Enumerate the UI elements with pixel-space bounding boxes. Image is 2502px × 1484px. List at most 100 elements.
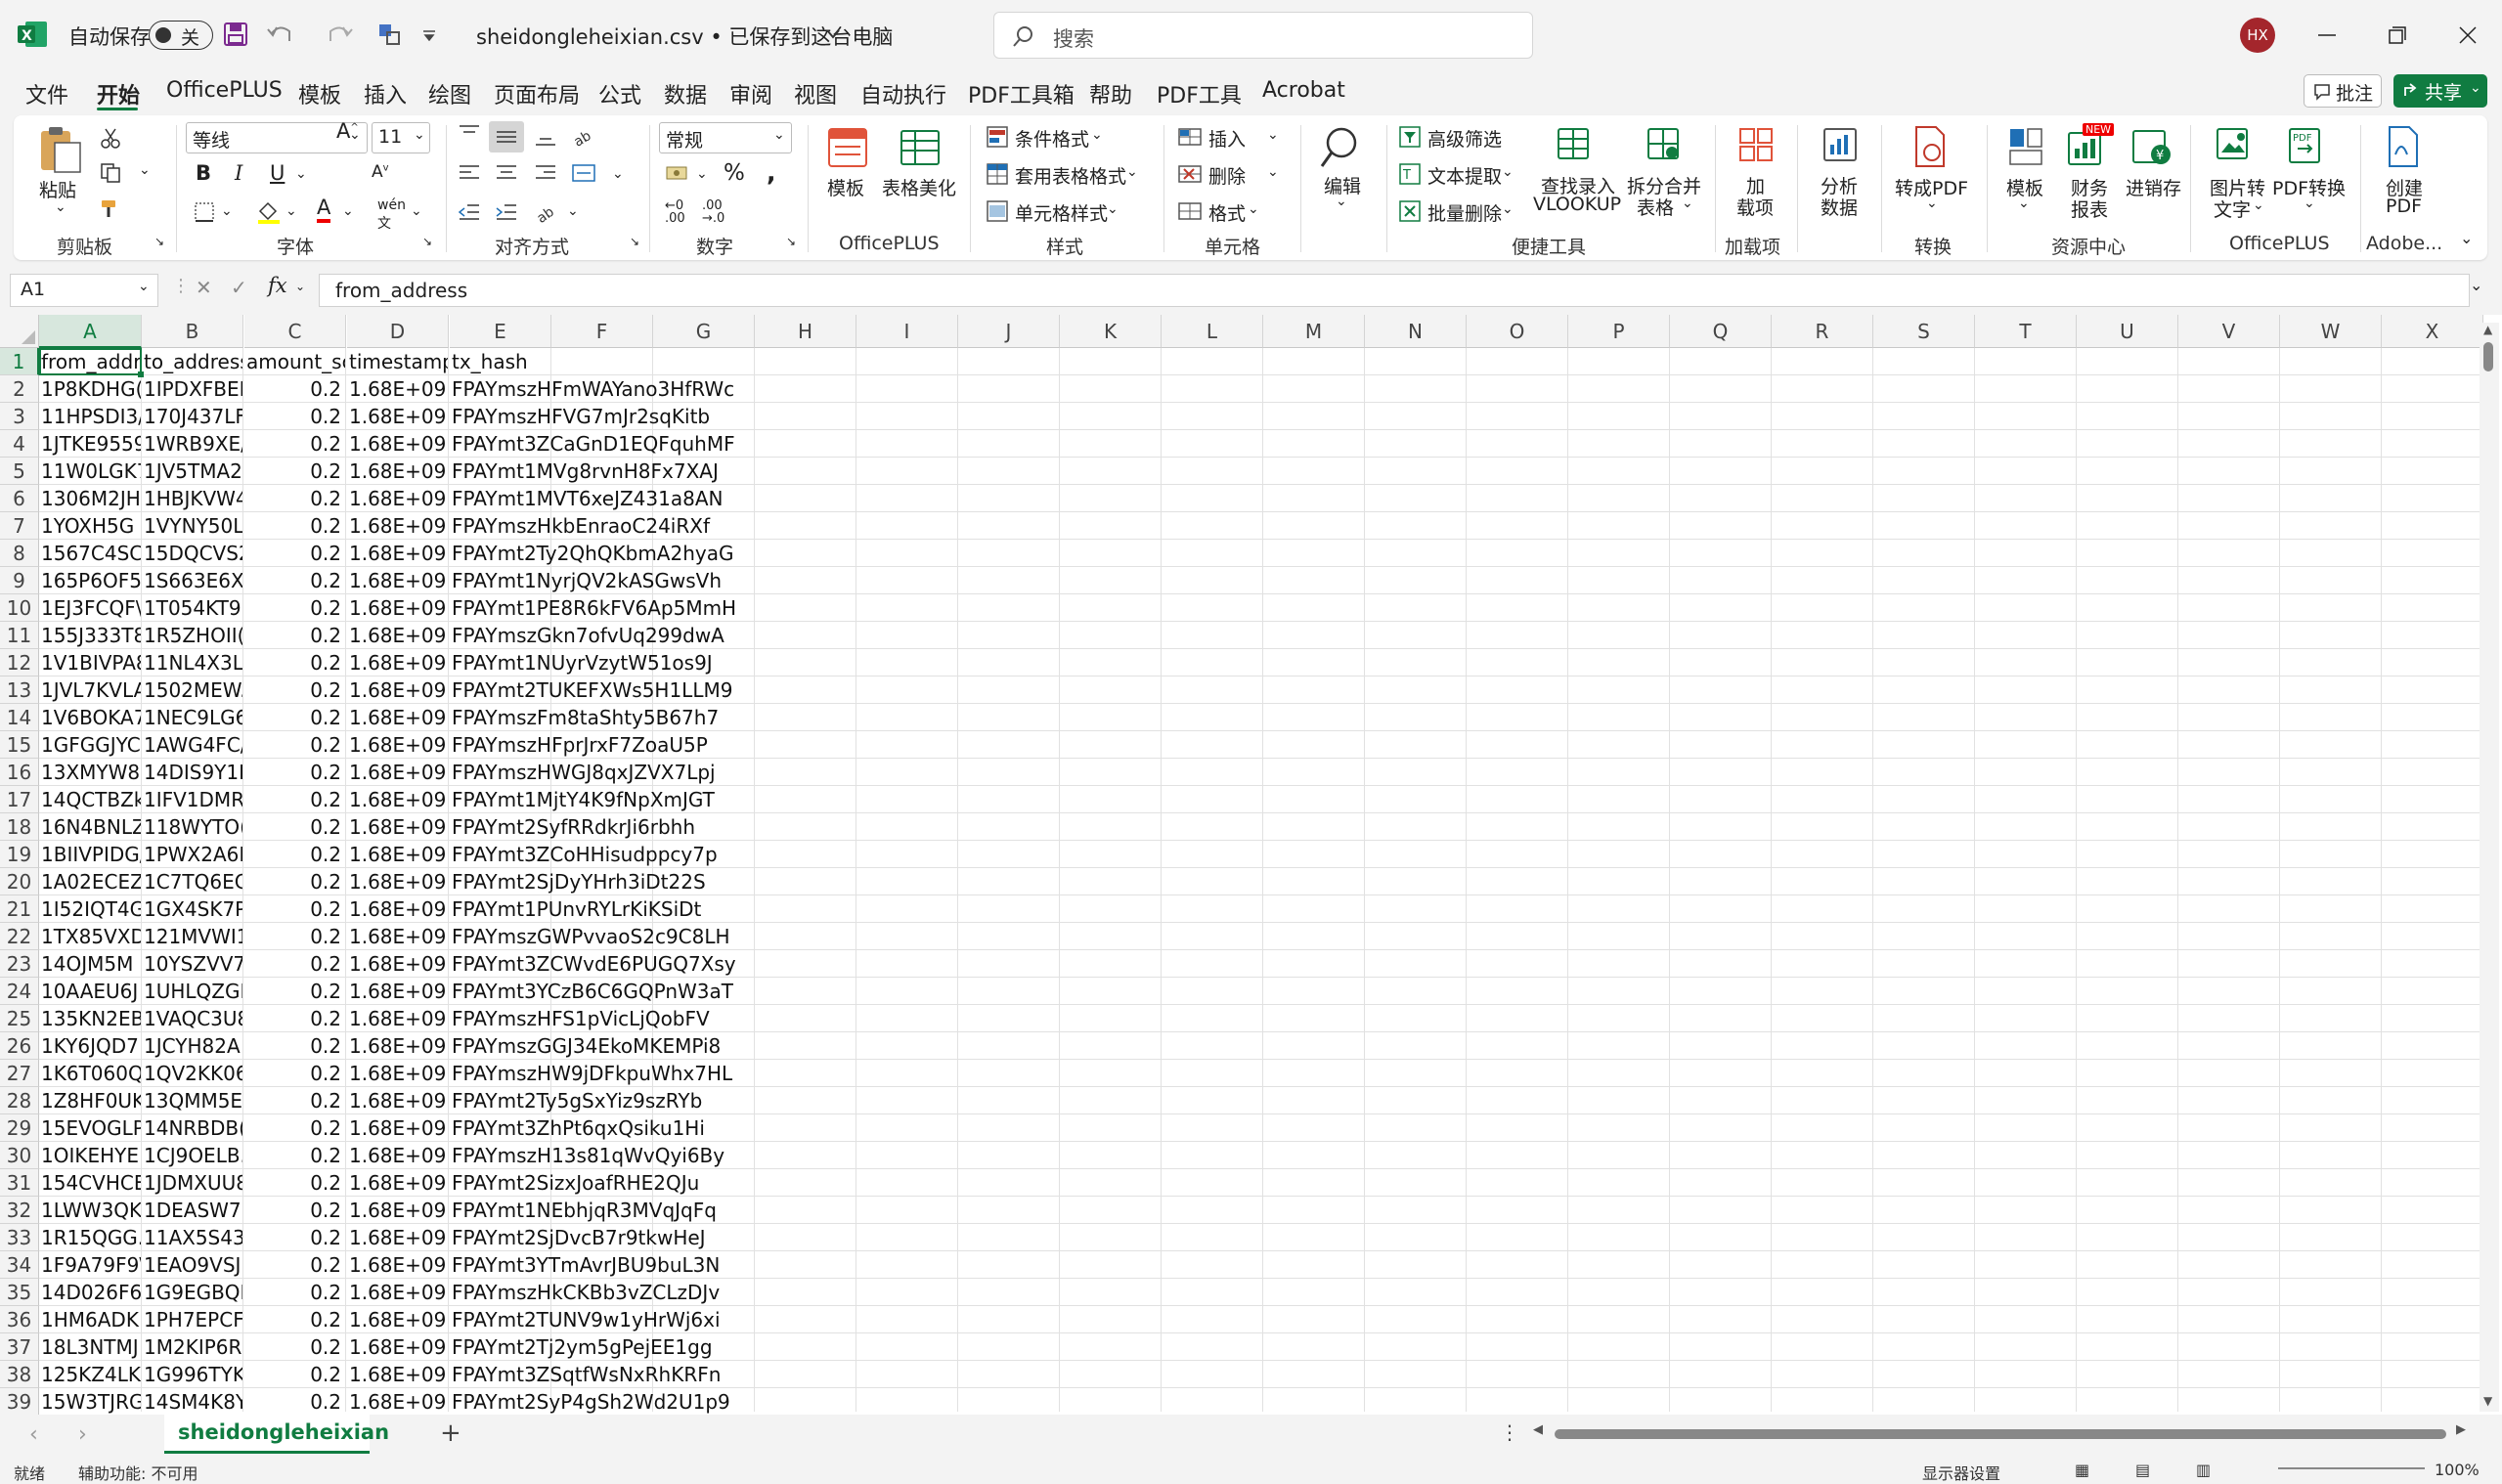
insert-label[interactable]: 插入: [1208, 125, 1246, 152]
table-cell[interactable]: FPAYmt3ZCaGnD1EQFquhMF: [452, 430, 784, 458]
column-header-o[interactable]: O: [1467, 315, 1568, 348]
table-cell[interactable]: 0.2: [246, 1279, 345, 1306]
table-cell[interactable]: 121MVWI1: [144, 923, 242, 950]
table-cell[interactable]: 0.2: [246, 1005, 345, 1032]
vlookup-label-2[interactable]: VLOOKUP: [1533, 194, 1621, 215]
table-cell[interactable]: FPAYmt2SyP4gSh2Wd2U1p9: [452, 1388, 784, 1416]
table-cell[interactable]: FPAYmt2SjDvcB7r9tkwHeJ: [452, 1224, 784, 1251]
table-cell[interactable]: 0.2: [246, 1114, 345, 1142]
table-cell[interactable]: 1R5ZHOII(: [144, 622, 242, 649]
table-cell[interactable]: 1306M2JH: [41, 485, 141, 512]
table-cell[interactable]: FPAYmt3ZSqtfWsNxRhKRFn: [452, 1361, 784, 1388]
row-header[interactable]: 25: [0, 1005, 39, 1032]
table-cell[interactable]: FPAYmt2Ty2QhQKbmA2hyaG: [452, 540, 784, 567]
table-cell[interactable]: 11AX5S43: [144, 1224, 242, 1251]
font-size-select[interactable]: 11 ⌄: [372, 122, 430, 153]
table-cell[interactable]: 15W3TJRG: [41, 1388, 141, 1416]
create-pdf-label-2[interactable]: PDF: [2386, 196, 2422, 217]
table-cell[interactable]: 1Z8HF0UK: [41, 1087, 141, 1114]
table-cell[interactable]: 1AWG4FC/: [144, 731, 242, 759]
table-cell[interactable]: 1.68E+09: [349, 1032, 448, 1060]
template-icon[interactable]: [827, 127, 868, 168]
decrease-decimal-icon[interactable]: .00 →.0: [702, 199, 724, 225]
row-header[interactable]: 5: [0, 458, 39, 485]
table-cell[interactable]: 1F9A79F9\: [41, 1251, 141, 1279]
table-cell[interactable]: 1JV5TMA2: [144, 458, 242, 485]
minimize-icon[interactable]: [2315, 23, 2339, 47]
table-cell[interactable]: 1JTKE9559: [41, 430, 141, 458]
display-settings[interactable]: 显示器设置: [1922, 1461, 2000, 1484]
header-cell[interactable]: to_address: [144, 348, 242, 375]
table-cell[interactable]: 15DQCVS2: [144, 540, 242, 567]
table-cell[interactable]: 0.2: [246, 485, 345, 512]
table-cell[interactable]: 0.2: [246, 895, 345, 923]
row-header[interactable]: 30: [0, 1142, 39, 1169]
table-cell[interactable]: FPAYmt1MVg8rvnH8Fx7XAJ: [452, 458, 784, 485]
column-header-u[interactable]: U: [2077, 315, 2178, 348]
chevron-down-icon[interactable]: ⌄: [2304, 196, 2315, 211]
advanced-filter-icon[interactable]: [1398, 125, 1422, 149]
alignment-launcher-icon[interactable]: ↘: [630, 235, 639, 248]
table-cell[interactable]: 1S663E6X: [144, 567, 242, 594]
row-header[interactable]: 15: [0, 731, 39, 759]
table-cell[interactable]: FPAYmt2TUKEFXWs5H1LLM9: [452, 677, 784, 704]
table-cell[interactable]: 1.68E+09: [349, 978, 448, 1005]
row-header[interactable]: 14: [0, 704, 39, 731]
table-cell[interactable]: 1.68E+09: [349, 1361, 448, 1388]
tab-split-handle-icon[interactable]: ⋮: [1500, 1420, 1519, 1444]
table-cell[interactable]: 14QCTBZk: [41, 786, 141, 813]
autosave-toggle[interactable]: 关: [149, 21, 213, 50]
phonetic-dropdown-icon[interactable]: ⌄: [411, 203, 422, 219]
table-cell[interactable]: 0.2: [246, 1169, 345, 1197]
tab-automate[interactable]: 自动执行: [860, 78, 946, 109]
table-cell[interactable]: 1JVL7KVLA: [41, 677, 141, 704]
column-header-h[interactable]: H: [755, 315, 856, 348]
row-header[interactable]: 18: [0, 813, 39, 841]
tab-home[interactable]: 开始: [97, 78, 140, 109]
cell-styles-icon[interactable]: [986, 199, 1009, 223]
table-cell[interactable]: 1.68E+09: [349, 540, 448, 567]
row-header[interactable]: 32: [0, 1197, 39, 1224]
table-cell[interactable]: 0.2: [246, 403, 345, 430]
zoom-level[interactable]: 100%: [2435, 1461, 2480, 1479]
table-cell[interactable]: FPAYmszHFmWAYano3HfRWc: [452, 375, 784, 403]
comma-style-icon[interactable]: ,: [767, 158, 776, 187]
table-cell[interactable]: 1VAQC3U8: [144, 1005, 242, 1032]
borders-icon[interactable]: [194, 201, 215, 223]
merge-center-icon[interactable]: [571, 162, 596, 184]
table-cell[interactable]: FPAYmszH13s81qWvQyi6By: [452, 1142, 784, 1169]
table-cell[interactable]: 1.68E+09: [349, 677, 448, 704]
table-cell[interactable]: 0.2: [246, 1251, 345, 1279]
table-cell[interactable]: 1.68E+09: [349, 1279, 448, 1306]
row-header[interactable]: 3: [0, 403, 39, 430]
table-cell[interactable]: FPAYmt2SizxJoafRHE2QJu: [452, 1169, 784, 1197]
table-cell[interactable]: 1.68E+09: [349, 567, 448, 594]
row-header[interactable]: 17: [0, 786, 39, 813]
table-cell[interactable]: 14D026F6: [41, 1279, 141, 1306]
table-cell[interactable]: 1.68E+09: [349, 1224, 448, 1251]
paste-dropdown-icon[interactable]: ⌄: [55, 199, 66, 215]
table-cell[interactable]: FPAYmt3ZhPt6qxQsiku1Hi: [452, 1114, 784, 1142]
table-cell[interactable]: 1EJ3FCQF\: [41, 594, 141, 622]
table-cell[interactable]: 1M2KIP6R.: [144, 1333, 242, 1361]
table-cell[interactable]: 0.2: [246, 813, 345, 841]
table-cell[interactable]: 135KN2EB: [41, 1005, 141, 1032]
prev-sheet-icon[interactable]: ‹: [29, 1422, 38, 1447]
row-header[interactable]: 38: [0, 1361, 39, 1388]
header-cell[interactable]: tx_hash: [452, 348, 784, 375]
table-cell[interactable]: 170J437LF: [144, 403, 242, 430]
align-right-icon[interactable]: [534, 162, 557, 184]
finance-label-2[interactable]: 报表: [2071, 196, 2108, 222]
invoice-icon[interactable]: ¥: [2131, 125, 2174, 168]
paste-label[interactable]: 粘贴: [39, 176, 76, 202]
table-cell[interactable]: 1.68E+09: [349, 1251, 448, 1279]
redo-icon[interactable]: [323, 22, 356, 47]
table-cell[interactable]: 0.2: [246, 430, 345, 458]
table-cell[interactable]: 1BIIVPIDG/: [41, 841, 141, 868]
table-cell[interactable]: 1TX85VXD: [41, 923, 141, 950]
image-to-text-icon[interactable]: [2214, 125, 2257, 168]
increase-decimal-icon[interactable]: ←0.00: [665, 199, 685, 225]
table-cell[interactable]: FPAYmt1PE8R6kFV6Ap5MmH: [452, 594, 784, 622]
table-cell[interactable]: 1.68E+09: [349, 923, 448, 950]
table-cell[interactable]: FPAYmszHkbEnraoC24iRXf: [452, 512, 784, 540]
